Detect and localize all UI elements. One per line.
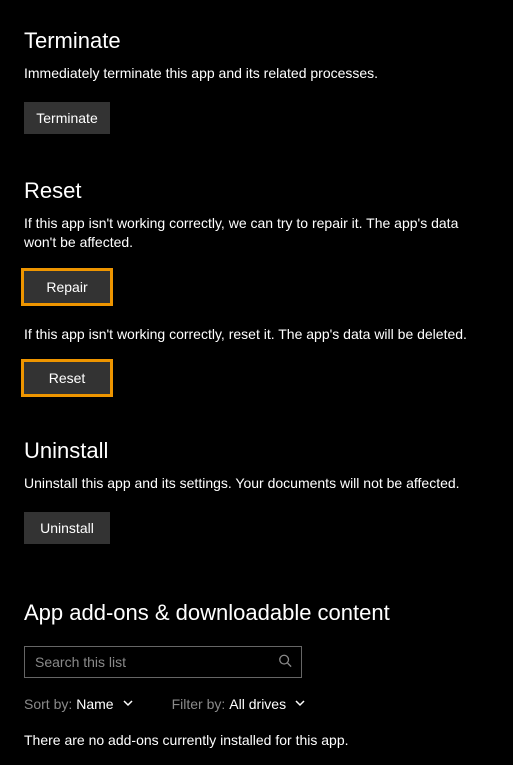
repair-block: If this app isn't working correctly, we …: [24, 214, 489, 303]
repair-description: If this app isn't working correctly, we …: [24, 214, 489, 253]
repair-button[interactable]: Repair: [24, 271, 110, 303]
filter-by-value: All drives: [229, 696, 286, 712]
reset-block: If this app isn't working correctly, res…: [24, 325, 489, 395]
addons-section: App add-ons & downloadable content Sort …: [24, 600, 489, 748]
filter-by-label: Filter by:: [172, 696, 226, 712]
uninstall-button[interactable]: Uninstall: [24, 512, 110, 544]
filter-by-dropdown[interactable]: Filter by: All drives: [172, 696, 306, 712]
terminate-section: Terminate Immediately terminate this app…: [24, 28, 489, 134]
search-input[interactable]: [24, 646, 302, 678]
search-box: [24, 646, 302, 678]
chevron-down-icon: [294, 696, 306, 712]
sort-by-dropdown[interactable]: Sort by: Name: [24, 696, 134, 712]
sort-by-value: Name: [76, 696, 113, 712]
terminate-title: Terminate: [24, 28, 489, 54]
reset-button[interactable]: Reset: [24, 362, 110, 394]
addons-title: App add-ons & downloadable content: [24, 600, 489, 626]
reset-description: If this app isn't working correctly, res…: [24, 325, 489, 345]
reset-section: Reset If this app isn't working correctl…: [24, 178, 489, 395]
filter-row: Sort by: Name Filter by: All drives: [24, 696, 489, 712]
no-addons-text: There are no add-ons currently installed…: [24, 732, 489, 748]
sort-by-label: Sort by:: [24, 696, 72, 712]
uninstall-description: Uninstall this app and its settings. You…: [24, 474, 489, 494]
uninstall-title: Uninstall: [24, 438, 489, 464]
reset-title: Reset: [24, 178, 489, 204]
uninstall-section: Uninstall Uninstall this app and its set…: [24, 438, 489, 544]
chevron-down-icon: [122, 696, 134, 712]
terminate-button[interactable]: Terminate: [24, 102, 110, 134]
terminate-description: Immediately terminate this app and its r…: [24, 64, 489, 84]
